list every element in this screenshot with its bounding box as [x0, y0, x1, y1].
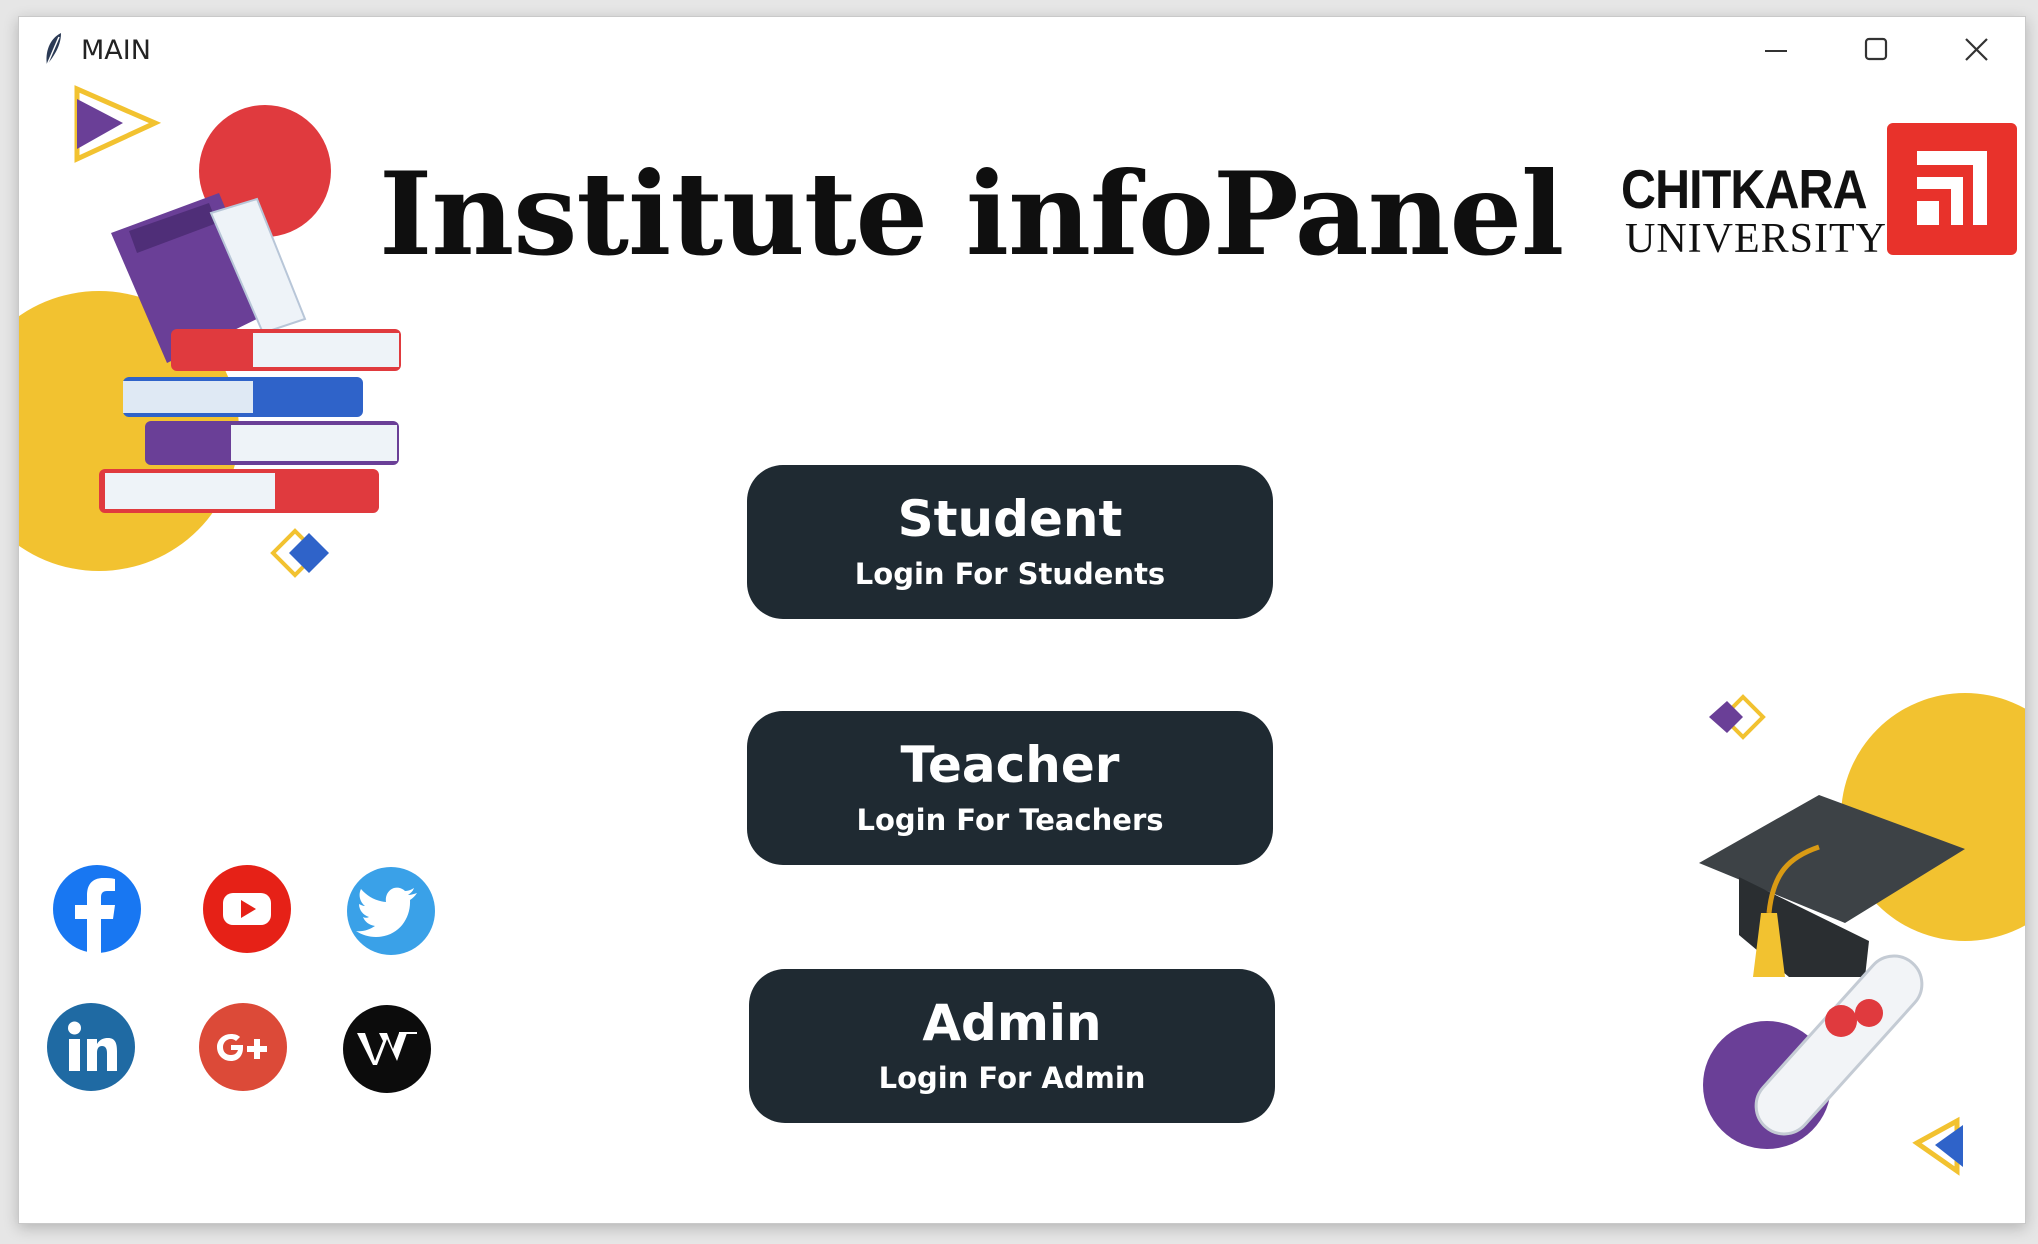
teacher-button-title: Teacher [900, 736, 1120, 794]
minimize-button[interactable] [1729, 17, 1825, 83]
graduation-illustration [1699, 693, 2025, 1176]
maximize-button[interactable] [1829, 17, 1925, 83]
logo-mark-icon [1917, 151, 1987, 225]
youtube-icon[interactable] [201, 863, 293, 955]
teacher-login-button[interactable]: Teacher Login For Teachers [747, 711, 1273, 865]
student-button-title: Student [897, 490, 1123, 548]
feather-icon [46, 33, 61, 66]
page-title: Institute infoPanel [379, 147, 1564, 281]
logo-mark [1887, 123, 2017, 255]
university-logo: CHITKARA UNIVERSITY [1599, 105, 2019, 262]
google-plus-icon[interactable] [197, 1001, 289, 1093]
admin-button-title: Admin [922, 994, 1102, 1052]
wikipedia-icon[interactable] [341, 1003, 433, 1095]
admin-login-button[interactable]: Admin Login For Admin [749, 969, 1275, 1123]
close-icon [1965, 38, 1988, 61]
linkedin-icon[interactable] [45, 1001, 137, 1093]
maximize-icon [1864, 37, 1888, 61]
facebook-icon[interactable] [51, 863, 143, 955]
books-illustration [19, 85, 401, 578]
logo-subtitle: UNIVERSITY [1625, 216, 1887, 262]
twitter-icon[interactable] [345, 865, 437, 957]
app-window: MAIN Institute infoPanel CHITKARA UNIVER… [18, 16, 2026, 1224]
window-title: MAIN [81, 35, 151, 66]
logo-name: CHITKARA [1621, 158, 1868, 220]
student-button-subtitle: Login For Students [854, 557, 1166, 591]
minimize-icon [1765, 50, 1787, 52]
admin-button-subtitle: Login For Admin [878, 1061, 1146, 1095]
title-bar: MAIN [19, 17, 2025, 83]
close-button[interactable] [1929, 17, 2025, 83]
student-login-button[interactable]: Student Login For Students [747, 465, 1273, 619]
teacher-button-subtitle: Login For Teachers [856, 803, 1164, 837]
